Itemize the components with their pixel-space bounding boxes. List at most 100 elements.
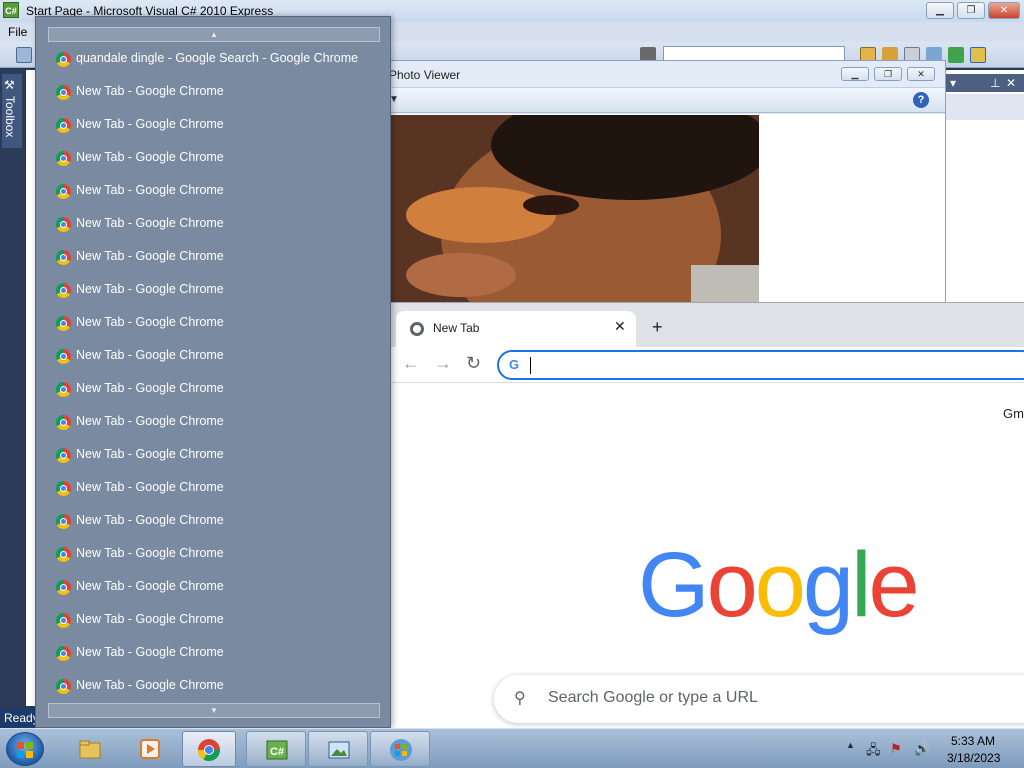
forward-arrow-icon[interactable]: → xyxy=(434,353,452,374)
window-list-item[interactable]: New Tab - Google Chrome xyxy=(54,177,374,205)
start-button[interactable] xyxy=(6,732,44,766)
window-list-item-label: New Tab - Google Chrome xyxy=(76,546,224,560)
logo-letter: o xyxy=(706,534,758,636)
window-list-item[interactable]: New Tab - Google Chrome xyxy=(54,408,374,436)
clock-time[interactable]: 5:33 AM xyxy=(951,734,995,748)
window-list-item-label: New Tab - Google Chrome xyxy=(76,315,224,329)
status-text: Ready xyxy=(4,711,39,725)
vs-restore-button[interactable]: ❐ xyxy=(957,2,985,19)
window-list-item[interactable]: New Tab - Google Chrome xyxy=(54,309,374,337)
visual-csharp-icon: C# xyxy=(266,740,288,760)
displayed-photo xyxy=(391,115,759,303)
gmail-link[interactable]: Gm xyxy=(1003,406,1024,421)
window-list-item[interactable]: New Tab - Google Chrome xyxy=(54,78,374,106)
tray-expand-icon[interactable]: ▲ xyxy=(846,740,855,750)
taskbar-photo-viewer-button[interactable] xyxy=(308,731,368,767)
chrome-icon xyxy=(56,118,71,133)
window-list-item[interactable]: New Tab - Google Chrome xyxy=(54,342,374,370)
menu-file[interactable]: File xyxy=(8,25,27,39)
vs-minimize-button[interactable]: ▁ xyxy=(926,2,954,19)
window-list-item[interactable]: New Tab - Google Chrome xyxy=(54,540,374,568)
start-page-icon[interactable] xyxy=(948,47,964,63)
window-list-item[interactable]: New Tab - Google Chrome xyxy=(54,243,374,271)
logo-letter: G xyxy=(638,534,710,636)
window-list-item[interactable]: New Tab - Google Chrome xyxy=(54,375,374,403)
pv-close-button[interactable]: ✕ xyxy=(907,67,935,81)
chrome-icon xyxy=(198,739,220,761)
search-placeholder: Search Google or type a URL xyxy=(548,689,758,706)
action-center-icon[interactable]: ⚑ xyxy=(890,741,902,757)
logo-letter: g xyxy=(802,534,854,636)
logo-letter: l xyxy=(851,534,872,636)
back-arrow-icon[interactable]: ← xyxy=(402,353,420,374)
chrome-tab-title: New Tab xyxy=(433,321,480,335)
taskbar-chrome-button[interactable] xyxy=(182,731,236,767)
tab-close-icon[interactable]: ✕ xyxy=(614,318,626,335)
window-list-item[interactable]: New Tab - Google Chrome xyxy=(54,474,374,502)
taskbar-media-player-button[interactable] xyxy=(120,731,180,767)
chrome-icon xyxy=(56,613,71,628)
vs-close-button[interactable]: ✕ xyxy=(988,2,1020,19)
window-list-item[interactable]: New Tab - Google Chrome xyxy=(54,606,374,634)
chrome-icon xyxy=(56,481,71,496)
window-list-item-label: New Tab - Google Chrome xyxy=(76,381,224,395)
pane-close-icon[interactable]: ✕ xyxy=(1006,76,1016,90)
window-list-item[interactable]: New Tab - Google Chrome xyxy=(54,507,374,535)
window-list-item-label: New Tab - Google Chrome xyxy=(76,348,224,362)
chrome-tab-new-tab[interactable]: New Tab ✕ xyxy=(396,311,636,347)
address-bar[interactable]: G xyxy=(497,350,1024,380)
system-tray: ▲ 🖧 ⚑ 🔊 5:33 AM 3/18/2023 xyxy=(840,729,1024,768)
chrome-icon xyxy=(56,679,71,694)
google-logo: Google xyxy=(638,534,920,636)
extension-manager-icon[interactable] xyxy=(970,47,986,63)
chrome-window: New Tab ✕ + ← → ↻ G Gm Google ⚲ Search G… xyxy=(390,302,1024,728)
list-scroll-down-button[interactable]: ▼ xyxy=(48,703,380,718)
chrome-tabstrip: New Tab ✕ + xyxy=(390,303,1024,347)
new-tab-button[interactable]: + xyxy=(652,317,663,338)
window-list-item[interactable]: New Tab - Google Chrome xyxy=(54,276,374,304)
chrome-icon xyxy=(56,382,71,397)
window-list-item[interactable]: New Tab - Google Chrome xyxy=(54,111,374,139)
window-list-item-label: quandale dingle - Google Search - Google… xyxy=(76,51,359,65)
photo-viewer-toolbar: ▼ ? xyxy=(363,87,945,113)
chrome-icon xyxy=(56,316,71,331)
chrome-icon xyxy=(56,52,71,67)
pv-restore-button[interactable]: ❐ xyxy=(874,67,902,81)
photo-viewer-title: Photo Viewer xyxy=(389,68,461,82)
pane-dropdown-icon[interactable]: ▾ xyxy=(950,76,956,90)
vs-left-dock xyxy=(0,68,24,708)
window-list-item-label: New Tab - Google Chrome xyxy=(76,579,224,593)
google-search-box[interactable]: ⚲ Search Google or type a URL xyxy=(494,675,1024,723)
window-list-item-label: New Tab - Google Chrome xyxy=(76,678,224,692)
taskbar-windows-button[interactable] xyxy=(370,731,430,767)
window-list-item[interactable]: New Tab - Google Chrome xyxy=(54,210,374,238)
network-icon[interactable]: 🖧 xyxy=(866,741,881,763)
windows-orb-icon xyxy=(390,739,412,761)
window-list-item[interactable]: New Tab - Google Chrome xyxy=(54,441,374,469)
chrome-icon xyxy=(56,646,71,661)
window-list-item[interactable]: quandale dingle - Google Search - Google… xyxy=(54,45,374,73)
window-list-item-label: New Tab - Google Chrome xyxy=(76,216,224,230)
help-icon[interactable]: ? xyxy=(913,92,929,108)
chrome-icon xyxy=(56,448,71,463)
reload-icon[interactable]: ↻ xyxy=(466,353,481,374)
taskbar-visual-csharp-button[interactable]: C# xyxy=(246,731,306,767)
window-list-item-label: New Tab - Google Chrome xyxy=(76,117,224,131)
window-list-item[interactable]: New Tab - Google Chrome xyxy=(54,144,374,172)
window-list-item-label: New Tab - Google Chrome xyxy=(76,282,224,296)
google-g-icon: G xyxy=(509,357,520,372)
taskbar-explorer-button[interactable] xyxy=(60,731,120,767)
pin-icon[interactable]: ⊥ xyxy=(990,76,1000,90)
media-player-icon xyxy=(140,739,160,759)
window-list-item-label: New Tab - Google Chrome xyxy=(76,183,224,197)
toolbox-label: Toolbox xyxy=(3,96,17,138)
window-list-item[interactable]: New Tab - Google Chrome xyxy=(54,672,374,700)
pv-minimize-button[interactable]: ▁ xyxy=(841,67,869,81)
window-list-item[interactable]: New Tab - Google Chrome xyxy=(54,573,374,601)
chrome-toolbar: ← → ↻ G xyxy=(390,347,1024,383)
window-list-item[interactable]: New Tab - Google Chrome xyxy=(54,639,374,667)
list-scroll-up-button[interactable]: ▲ xyxy=(48,27,380,42)
clock-date[interactable]: 3/18/2023 xyxy=(947,751,1000,765)
new-project-icon[interactable] xyxy=(16,47,32,63)
volume-icon[interactable]: 🔊 xyxy=(914,741,930,757)
